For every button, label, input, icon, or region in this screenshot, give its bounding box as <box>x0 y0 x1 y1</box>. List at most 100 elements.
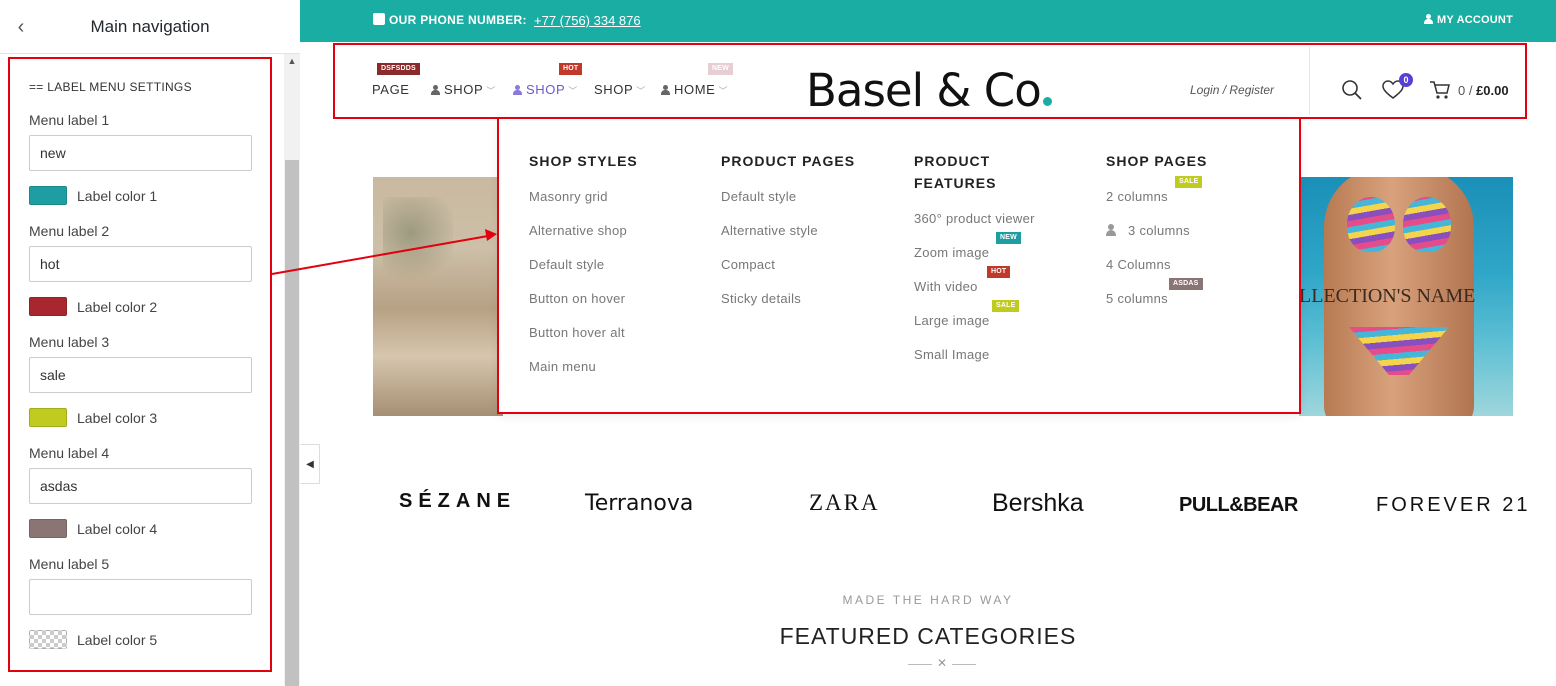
badge-sale: SALE <box>992 300 1020 312</box>
nav-item-home[interactable]: HOME ﹀ <box>661 82 728 97</box>
top-bar: OUR PHONE NUMBER: +77 (756) 334 876 MY A… <box>300 0 1556 42</box>
mega-menu-dropdown: SHOP STYLES Masonry grid Alternative sho… <box>498 118 1300 414</box>
menu-label-3-title: Menu label 3 <box>29 334 110 350</box>
chevron-down-icon: ﹀ <box>486 86 496 96</box>
mega-column-product-pages: PRODUCT PAGES <box>721 150 855 172</box>
hero-caption: LLECTION'S NAME <box>1299 285 1476 307</box>
close-icon: ✕ <box>937 656 948 670</box>
mega-link[interactable]: Default style <box>529 257 604 272</box>
label-color-2-swatch[interactable] <box>29 297 67 316</box>
menu-label-1-title: Menu label 1 <box>29 112 110 128</box>
column-title-line-1: PRODUCT <box>914 153 991 169</box>
sidebar-header: ‹ Main navigation <box>0 0 300 54</box>
label-color-1-swatch[interactable] <box>29 186 67 205</box>
nav-badge-page: DSFSDDS <box>377 63 420 75</box>
collapse-sidebar-button[interactable]: ◀ <box>301 444 320 484</box>
nav-badge-new: NEW <box>708 63 733 75</box>
brand-logo-forever21[interactable]: FOREVER 21 <box>1376 494 1530 517</box>
mega-link[interactable]: 5 columns ASDAS <box>1106 278 1203 306</box>
nav-item-shop-1[interactable]: SHOP ﹀ <box>431 82 496 97</box>
brand-logo-sezane[interactable]: SÉZANE <box>399 490 516 513</box>
mega-link[interactable]: Button hover alt <box>529 325 625 340</box>
mega-link[interactable]: Small Image <box>914 347 990 362</box>
mega-column-shop-pages: SHOP PAGES <box>1106 150 1207 172</box>
mega-link[interactable]: 360° product viewer <box>914 211 1035 226</box>
sidebar-scrollbar[interactable]: ▲ <box>284 54 300 686</box>
brand-logo-pullbear[interactable]: PULL&BEAR <box>1179 494 1298 517</box>
sidebar-title: Main navigation <box>90 17 210 36</box>
chevron-down-icon: ﹀ <box>636 86 646 96</box>
mega-link[interactable]: 2 columns SALE <box>1106 176 1203 204</box>
label-color-3-swatch[interactable] <box>29 408 67 427</box>
scroll-up-icon[interactable]: ▲ <box>284 56 300 70</box>
column-title: SHOP PAGES <box>1106 153 1208 169</box>
mega-link[interactable]: Alternative style <box>721 223 818 238</box>
section-divider: ✕ <box>908 656 976 670</box>
menu-label-2-title: Menu label 2 <box>29 223 110 239</box>
cart-icon[interactable] <box>1429 80 1451 105</box>
featured-kicker: MADE THE HARD WAY <box>842 593 1014 607</box>
phone-number-link[interactable]: +77 (756) 334 876 <box>534 13 641 28</box>
column-title-line-2: FEATURES <box>914 175 997 191</box>
brand-logo-terranova[interactable]: Terranova <box>585 491 693 516</box>
login-register-link[interactable]: Login / Register <box>1190 83 1274 97</box>
nav-item-page[interactable]: PAGE <box>372 82 410 97</box>
nav-item-shop-2[interactable]: SHOP ﹀ <box>513 82 578 97</box>
site-logo[interactable]: Basel & Co <box>806 64 1052 117</box>
badge-sale: SALE <box>1175 176 1203 188</box>
column-title: SHOP STYLES <box>529 153 638 169</box>
mega-column-shop-styles: SHOP STYLES <box>529 150 638 172</box>
mega-link[interactable]: 4 Columns <box>1106 257 1171 272</box>
featured-title: FEATURED CATEGORIES <box>779 623 1077 649</box>
wishlist-count-badge: 0 <box>1399 73 1413 87</box>
label-color-3-text: Label color 3 <box>77 410 158 426</box>
mega-link[interactable]: Masonry grid <box>529 189 608 204</box>
section-title: == LABEL MENU SETTINGS <box>29 80 192 94</box>
phone-icon <box>373 13 385 25</box>
nav-item-shop-3[interactable]: SHOP ﹀ <box>594 82 646 97</box>
label-color-4-swatch[interactable] <box>29 519 67 538</box>
label-color-4-text: Label color 4 <box>77 521 158 537</box>
mega-link[interactable]: Main menu <box>529 359 596 374</box>
mega-link[interactable]: Button on hover <box>529 291 625 306</box>
header-divider <box>1309 47 1310 115</box>
mega-link[interactable]: Alternative shop <box>529 223 627 238</box>
nav-badge-hot: HOT <box>559 63 583 75</box>
menu-label-2-input[interactable] <box>29 246 252 282</box>
user-icon <box>513 85 522 95</box>
mega-link[interactable]: With video HOT <box>914 266 1011 294</box>
badge-new: NEW <box>996 232 1021 244</box>
mega-link[interactable]: Default style <box>721 189 796 204</box>
my-account-link[interactable]: MY ACCOUNT <box>1424 14 1513 26</box>
mega-link[interactable]: Zoom image NEW <box>914 232 1021 260</box>
label-color-1-text: Label color 1 <box>77 188 158 204</box>
user-icon <box>1424 14 1434 24</box>
brand-logo-bershka[interactable]: Bershka <box>992 489 1084 518</box>
menu-label-3-input[interactable] <box>29 357 252 393</box>
mega-link[interactable]: Large image SALE <box>914 300 1020 328</box>
phone-label: OUR PHONE NUMBER: <box>373 13 527 27</box>
hero-image-right[interactable]: LLECTION'S NAME <box>1299 177 1513 416</box>
scrollbar-thumb[interactable] <box>285 160 299 686</box>
label-color-2-text: Label color 2 <box>77 299 158 315</box>
badge-hot: HOT <box>987 266 1011 278</box>
user-icon <box>431 85 440 95</box>
user-icon <box>1106 224 1116 236</box>
column-title: PRODUCT PAGES <box>721 153 856 169</box>
cart-total[interactable]: 0 / £0.00 <box>1458 83 1509 98</box>
menu-label-5-title: Menu label 5 <box>29 556 110 572</box>
chevron-down-icon: ﹀ <box>718 86 729 96</box>
badge-asdas: ASDAS <box>1169 278 1203 290</box>
menu-label-1-input[interactable] <box>29 135 252 171</box>
customizer-sidebar: ‹ Main navigation ▲ == LABEL MENU SETTIN… <box>0 0 300 686</box>
chevron-down-icon: ﹀ <box>568 86 578 96</box>
bikini-top-left <box>1347 197 1395 252</box>
bikini-top-right <box>1403 197 1451 252</box>
brand-logo-zara[interactable]: ZARA <box>809 490 880 516</box>
search-icon[interactable] <box>1341 79 1363 106</box>
hero-image-left[interactable] <box>373 177 503 416</box>
menu-label-4-input[interactable] <box>29 468 252 504</box>
mega-link[interactable]: 3 columns <box>1106 223 1190 238</box>
mega-link[interactable]: Compact <box>721 257 775 272</box>
mega-link[interactable]: Sticky details <box>721 291 801 306</box>
